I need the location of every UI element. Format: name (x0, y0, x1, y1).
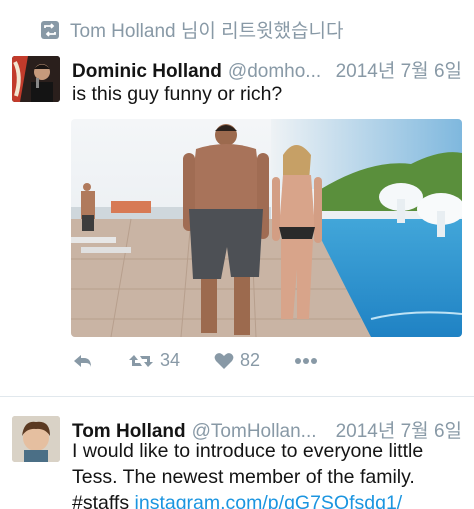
retweet-icon (129, 354, 153, 367)
tweet-actions: 34 82 (72, 350, 318, 371)
more-button[interactable] (294, 357, 318, 365)
tweet-photo[interactable] (71, 119, 462, 337)
tweet-text-line: #staffs instagram.com/p/qG7SOfsdq1/ (72, 490, 462, 509)
reply-icon (74, 354, 91, 367)
tweet-text-line: Tess. The newest member of the family. (72, 466, 415, 488)
like-button[interactable]: 82 (214, 350, 294, 371)
avatar[interactable] (12, 56, 60, 102)
tweet-text: I would like to introduce to everyone li… (72, 438, 462, 509)
instagram-link[interactable]: instagram.com/p/qG7SOfsdq1/ (135, 492, 403, 509)
reply-button[interactable] (72, 351, 128, 371)
user-handle[interactable]: @domho... (228, 61, 321, 83)
retweet-count: 34 (160, 350, 181, 370)
retweet-context: Tom Holland 님이 리트윗했습니다 (40, 16, 343, 43)
hashtag[interactable]: #staffs (72, 492, 129, 509)
retweet-context-text: Tom Holland 님이 리트윗했습니다 (70, 21, 344, 42)
tweet-header: Dominic Holland @domho... 2014년 7월 6일 (72, 56, 462, 83)
tweet-divider (0, 396, 474, 397)
timestamp[interactable]: 2014년 7월 6일 (326, 56, 462, 83)
tweet-text: is this guy funny or rich? (72, 83, 283, 105)
display-name[interactable]: Dominic Holland (72, 61, 222, 83)
tweet-text-line: I would like to introduce to everyone li… (72, 440, 424, 462)
more-icon (295, 357, 317, 364)
like-count: 82 (240, 350, 261, 370)
retweet-icon (40, 20, 60, 40)
avatar[interactable] (12, 416, 60, 462)
retweet-button[interactable]: 34 (128, 350, 214, 371)
heart-icon (214, 352, 234, 369)
